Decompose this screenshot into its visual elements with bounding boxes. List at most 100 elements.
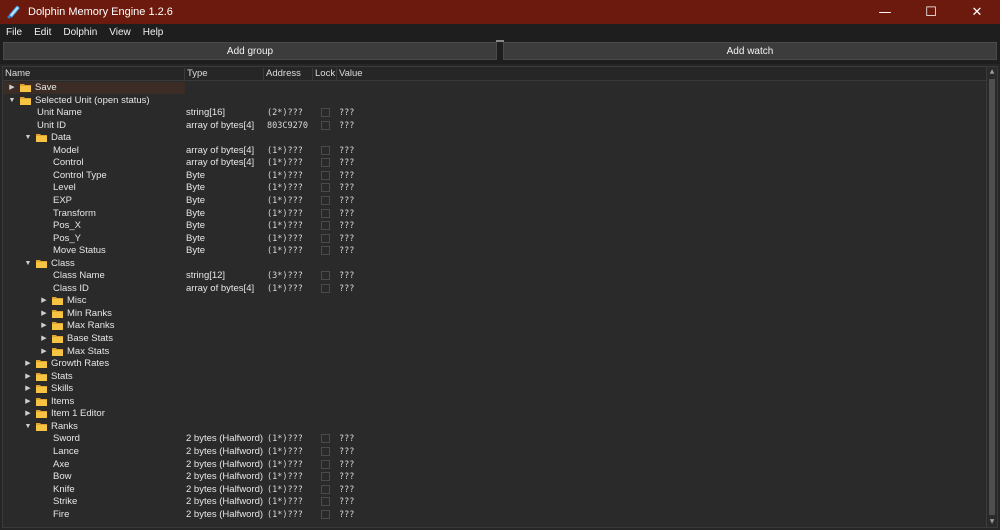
tree-watch-row[interactable]: Knife 2 bytes (Halfword) (1*)?????? (3, 484, 987, 496)
tree-group-row[interactable]: ▶ Min Ranks (3, 308, 987, 320)
menu-file[interactable]: File (4, 27, 24, 38)
scroll-up-arrow-icon[interactable]: ▲ (987, 67, 997, 77)
expand-arrow-down-icon[interactable]: ▼ (24, 260, 32, 268)
column-header-address[interactable]: Address (264, 68, 313, 81)
lock-checkbox[interactable] (321, 221, 330, 231)
expand-arrow-right-icon[interactable]: ▶ (24, 373, 32, 381)
menu-edit[interactable]: Edit (32, 27, 53, 38)
row-value[interactable]: ??? (339, 208, 354, 220)
add-watch-button[interactable]: Add watch (503, 42, 997, 60)
column-header-name[interactable]: Name (3, 68, 185, 81)
lock-checkbox[interactable] (321, 246, 330, 256)
tree-group-row[interactable]: ▶ Max Stats (3, 346, 987, 358)
tree-group-row[interactable]: ▼ Selected Unit (open status) (3, 95, 987, 107)
scrollbar-thumb[interactable] (989, 79, 995, 515)
row-value[interactable]: ??? (339, 157, 354, 169)
lock-checkbox[interactable] (321, 459, 330, 469)
row-value[interactable]: ??? (339, 233, 354, 245)
tree-group-row[interactable]: ▶ Item 1 Editor (3, 408, 987, 420)
expand-arrow-down-icon[interactable]: ▼ (8, 97, 16, 105)
lock-checkbox[interactable] (321, 108, 330, 118)
menu-dolphin[interactable]: Dolphin (61, 27, 99, 38)
expand-arrow-right-icon[interactable]: ▶ (8, 84, 16, 92)
lock-checkbox[interactable] (321, 120, 330, 130)
maximize-button[interactable]: ☐ (908, 0, 954, 24)
row-value[interactable]: ??? (339, 120, 354, 132)
row-value[interactable]: ??? (339, 245, 354, 257)
add-group-button[interactable]: Add group (3, 42, 497, 60)
row-value[interactable]: ??? (339, 484, 354, 496)
vertical-scrollbar[interactable]: ▲ ▼ (986, 67, 997, 527)
minimize-button[interactable]: — (862, 0, 908, 24)
close-button[interactable]: ✕ (954, 0, 1000, 24)
row-value[interactable]: ??? (339, 496, 354, 508)
tree-group-row[interactable]: ▶ Max Ranks (3, 320, 987, 332)
tree-watch-row[interactable]: Class ID array of bytes[4] (1*)?????? (3, 283, 987, 295)
expand-arrow-down-icon[interactable]: ▼ (24, 134, 32, 142)
lock-checkbox[interactable] (321, 158, 330, 168)
scroll-down-arrow-icon[interactable]: ▼ (987, 517, 997, 527)
tree-watch-row[interactable]: Unit Name string[16] (2*)?????? (3, 107, 987, 119)
lock-checkbox[interactable] (321, 208, 330, 218)
expand-arrow-right-icon[interactable]: ▶ (24, 410, 32, 418)
row-value[interactable]: ??? (339, 270, 354, 282)
tree-group-row[interactable]: ▼ Ranks (3, 421, 987, 433)
lock-checkbox[interactable] (321, 283, 330, 293)
tree-watch-row[interactable]: EXP Byte (1*)?????? (3, 195, 987, 207)
lock-checkbox[interactable] (321, 484, 330, 494)
lock-checkbox[interactable] (321, 497, 330, 507)
tree-watch-row[interactable]: Lance 2 bytes (Halfword) (1*)?????? (3, 446, 987, 458)
tree-watch-row[interactable]: Pos_X Byte (1*)?????? (3, 220, 987, 232)
tree-watch-row[interactable]: Control array of bytes[4] (1*)?????? (3, 157, 987, 169)
menu-help[interactable]: Help (141, 27, 166, 38)
tree-watch-row[interactable]: Axe 2 bytes (Halfword) (1*)?????? (3, 459, 987, 471)
row-value[interactable]: ??? (339, 107, 354, 119)
row-value[interactable]: ??? (339, 471, 354, 483)
tree-watch-row[interactable]: Fire 2 bytes (Halfword) (1*)?????? (3, 509, 987, 521)
tree-watch-row[interactable]: Strike 2 bytes (Halfword) (1*)?????? (3, 496, 987, 508)
lock-checkbox[interactable] (321, 233, 330, 243)
row-value[interactable]: ??? (339, 170, 354, 182)
expand-arrow-right-icon[interactable]: ▶ (40, 297, 48, 305)
tree-watch-row[interactable]: Level Byte (1*)?????? (3, 182, 987, 194)
expand-arrow-right-icon[interactable]: ▶ (40, 348, 48, 356)
lock-checkbox[interactable] (321, 509, 330, 519)
row-value[interactable]: ??? (339, 182, 354, 194)
expand-arrow-right-icon[interactable]: ▶ (40, 335, 48, 343)
column-header-type[interactable]: Type (185, 68, 264, 81)
row-value[interactable]: ??? (339, 446, 354, 458)
lock-checkbox[interactable] (321, 145, 330, 155)
tree-group-row[interactable]: ▼ Class (3, 258, 987, 270)
expand-arrow-right-icon[interactable]: ▶ (24, 385, 32, 393)
lock-checkbox[interactable] (321, 170, 330, 180)
watch-tree[interactable]: Name Type Address Lock Value ▶ Save ▼ Selec… (2, 66, 998, 528)
menu-view[interactable]: View (107, 27, 133, 38)
row-value[interactable]: ??? (339, 509, 354, 521)
row-value[interactable]: ??? (339, 220, 354, 232)
lock-checkbox[interactable] (321, 183, 330, 193)
row-value[interactable]: ??? (339, 459, 354, 471)
expand-arrow-right-icon[interactable]: ▶ (24, 398, 32, 406)
tree-group-row[interactable]: ▶ Skills (3, 383, 987, 395)
tree-watch-row[interactable]: Pos_Y Byte (1*)?????? (3, 233, 987, 245)
lock-checkbox[interactable] (321, 195, 330, 205)
lock-checkbox[interactable] (321, 271, 330, 281)
tree-group-row[interactable]: ▶ Growth Rates (3, 358, 987, 370)
tree-watch-row[interactable]: Model array of bytes[4] (1*)?????? (3, 145, 987, 157)
tree-watch-row[interactable]: Class Name string[12] (3*)?????? (3, 270, 987, 282)
tree-group-row[interactable]: ▶ Save (3, 82, 987, 94)
column-header-lock[interactable]: Lock (313, 68, 337, 81)
lock-checkbox[interactable] (321, 472, 330, 482)
lock-checkbox[interactable] (321, 434, 330, 444)
lock-checkbox[interactable] (321, 446, 330, 456)
tree-watch-row[interactable]: Control Type Byte (1*)?????? (3, 170, 987, 182)
expand-arrow-right-icon[interactable]: ▶ (40, 310, 48, 318)
tree-group-row[interactable]: ▶ Base Stats (3, 333, 987, 345)
tree-group-row[interactable]: ▶ Misc (3, 295, 987, 307)
expand-arrow-right-icon[interactable]: ▶ (40, 322, 48, 330)
tree-group-row[interactable]: ▶ Stats (3, 371, 987, 383)
expand-arrow-down-icon[interactable]: ▼ (24, 423, 32, 431)
row-value[interactable]: ??? (339, 283, 354, 295)
tree-watch-row[interactable]: Sword 2 bytes (Halfword) (1*)?????? (3, 433, 987, 445)
column-header-value[interactable]: Value (337, 68, 987, 81)
